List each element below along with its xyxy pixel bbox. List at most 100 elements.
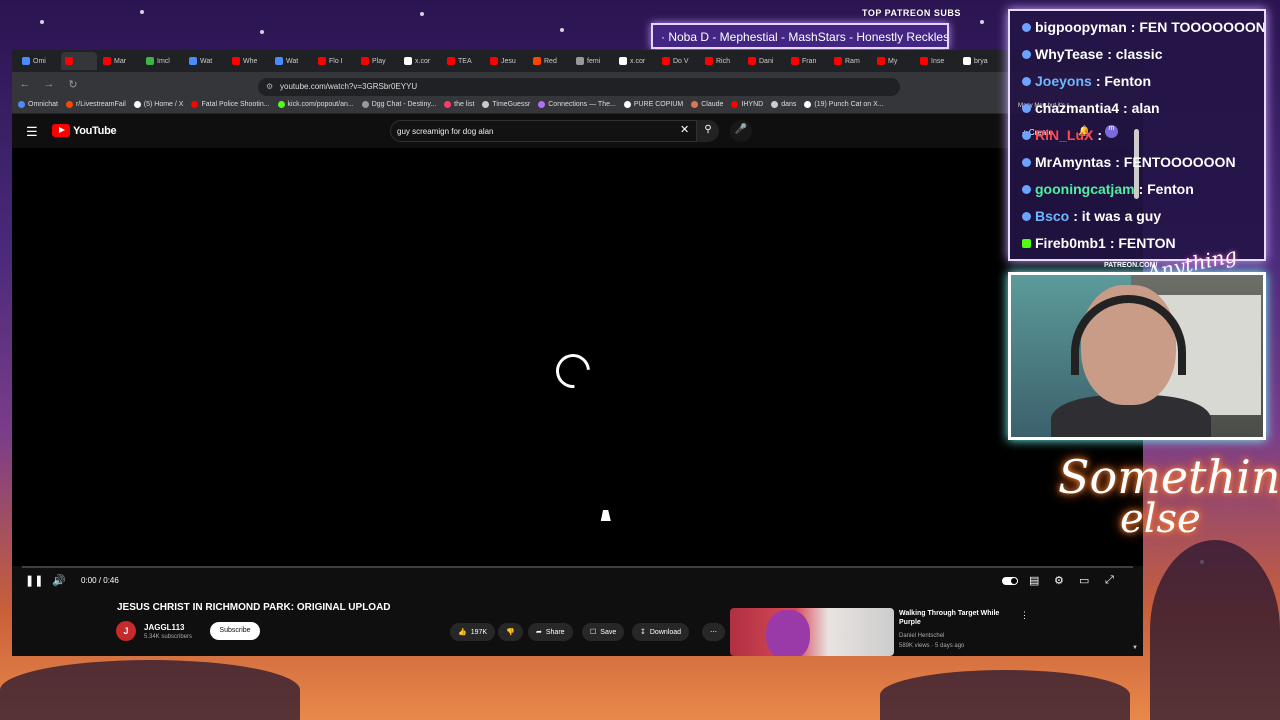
recommended-title[interactable]: Walking Through Target While Purple [899,609,1009,627]
bookmark-label: kick.com/popout/an... [287,101,354,108]
mouse-cursor-icon [600,510,614,521]
subscribe-button[interactable]: Subscribe [210,622,260,640]
tab-favicon-icon [146,57,154,65]
browser-tab[interactable]: Wat [185,52,226,70]
browser-tab[interactable]: Play [357,52,398,70]
bookmark-favicon-icon [482,101,490,108]
browser-tab[interactable]: My [873,52,914,70]
youtube-play-icon [52,124,70,137]
fullscreen-icon[interactable]: ⤢ [1105,574,1114,587]
progress-bar[interactable] [22,566,1133,568]
bookmark-item[interactable]: TimeGuessr [482,101,530,108]
browser-tab[interactable]: Inse [916,52,957,70]
search-button[interactable]: ⚲ [697,120,719,142]
forward-icon[interactable]: → [42,78,56,90]
site-info-icon[interactable]: ⚙ [266,82,273,91]
chat-message: bigpoopyman: FEN TOOOOOOON [1022,19,1264,35]
clear-search-icon[interactable]: ✕ [680,123,689,136]
bookmark-favicon-icon [691,101,699,108]
chat-text: : classic [1107,46,1163,62]
tab-favicon-icon [576,57,584,65]
platform-badge-icon [1022,211,1031,221]
bookmark-favicon-icon [191,101,199,108]
tab-label: x.cor [415,57,431,65]
pause-button[interactable]: ❚❚ [25,574,43,587]
channel-avatar[interactable]: J [116,621,136,641]
browser-tab[interactable]: femi [572,52,613,70]
chat-username: chazmantia4 [1035,100,1120,116]
browser-tab[interactable]: Rich [701,52,742,70]
video-player[interactable] [12,148,1143,592]
browser-tab[interactable]: Imcl [142,52,183,70]
browser-tab[interactable]: Wat [271,52,312,70]
bookmark-item[interactable]: Fatal Police Shootin... [191,101,270,108]
volume-icon[interactable]: 🔊 [52,574,66,587]
browser-tab[interactable]: Fran [787,52,828,70]
bookmark-item[interactable]: Claude [691,101,723,108]
youtube-logo[interactable]: YouTube [52,124,117,137]
bookmark-favicon-icon [804,101,812,108]
browser-tab[interactable]: x.cor [400,52,441,70]
bookmark-label: Claude [701,101,724,108]
reload-icon[interactable]: ↻ [66,78,80,91]
dislike-button[interactable]: 👎 [498,623,523,641]
more-actions-button[interactable]: ⋯ [702,623,725,641]
voice-search-button[interactable]: 🎤 [730,120,752,142]
bookmark-item[interactable]: Omnichat [18,101,58,108]
channel-name[interactable]: JAGGL113 [144,623,184,632]
browser-tab[interactable] [61,52,97,70]
tab-label: Wat [200,57,213,65]
bookmark-favicon-icon [133,101,141,108]
subtitles-icon[interactable]: ▤ [1029,574,1039,587]
theater-mode-icon[interactable]: ▭ [1079,574,1089,587]
back-icon[interactable]: ← [18,78,32,90]
platform-badge-icon [1022,22,1031,32]
browser-tab[interactable]: Ram [830,52,871,70]
bookmark-item[interactable]: PURE COPIUM [623,101,683,108]
tab-favicon-icon [705,57,713,65]
bookmark-label: dans [781,101,797,108]
browser-tab[interactable]: TEA [443,52,484,70]
browser-tab[interactable]: Flo I [314,52,355,70]
bookmark-label: Fatal Police Shootin... [201,101,270,108]
avatar[interactable]: m [1105,125,1118,138]
autoplay-toggle[interactable] [1002,577,1018,585]
like-button[interactable]: 👍 197K [450,623,496,641]
menu-icon[interactable]: ☰ [26,124,38,140]
bookmark-item[interactable]: dans [771,101,796,108]
bookmark-item[interactable]: r/LivestreamFail [65,101,126,108]
browser-tab[interactable]: brya [959,52,1000,70]
bookmark-item[interactable]: IHYND [731,101,763,108]
search-input[interactable]: guy screamign for dog alan [390,120,697,142]
bookmark-item[interactable]: Dgg Chat - Destiny... [361,101,436,108]
bookmark-item[interactable]: the list [444,101,474,108]
bookmark-label: the list [454,101,475,108]
save-button[interactable]: ☐ Save [582,623,625,641]
browser-tab[interactable]: Red [529,52,570,70]
settings-gear-icon[interactable]: ⚙ [1054,574,1064,587]
address-bar[interactable]: ⚙ youtube.com/watch?v=3GRSbr0EYYU [258,78,900,96]
neon-sign: Something else [1058,450,1280,545]
scroll-down-icon[interactable]: ▼ [1132,645,1138,651]
youtube-logo-text: YouTube [73,124,117,137]
download-button[interactable]: ↧ Download [632,623,690,641]
browser-tab[interactable]: Whe [228,52,269,70]
bookmark-item[interactable]: (5) Home / X [133,101,183,108]
browser-tab[interactable]: Dani [744,52,785,70]
thumbs-down-icon: 👎 [506,629,515,636]
bookmark-label: IHYND [741,101,764,108]
browser-tab[interactable]: Do V [658,52,699,70]
tab-favicon-icon [877,57,885,65]
bookmark-item[interactable]: kick.com/popout/an... [277,101,354,108]
browser-tab[interactable]: Omi [18,52,59,70]
recommended-more-icon[interactable]: ⋮ [1020,610,1029,621]
share-button[interactable]: ➦ Share [528,623,573,641]
browser-tab[interactable]: x.cor [615,52,656,70]
bookmark-item[interactable]: (19) Punch Cat on X... [804,101,884,108]
browser-tab[interactable]: Mar [99,52,140,70]
player-controls: ❚❚ 🔊 0:00 / 0:46 ▤ ⚙ ▭ ⤢ [12,566,1143,596]
recommended-thumbnail[interactable] [730,608,894,656]
bookmark-item[interactable]: Connections — The... [538,101,616,108]
browser-tab[interactable]: Jesu [486,52,527,70]
tab-label: femi [587,57,601,65]
